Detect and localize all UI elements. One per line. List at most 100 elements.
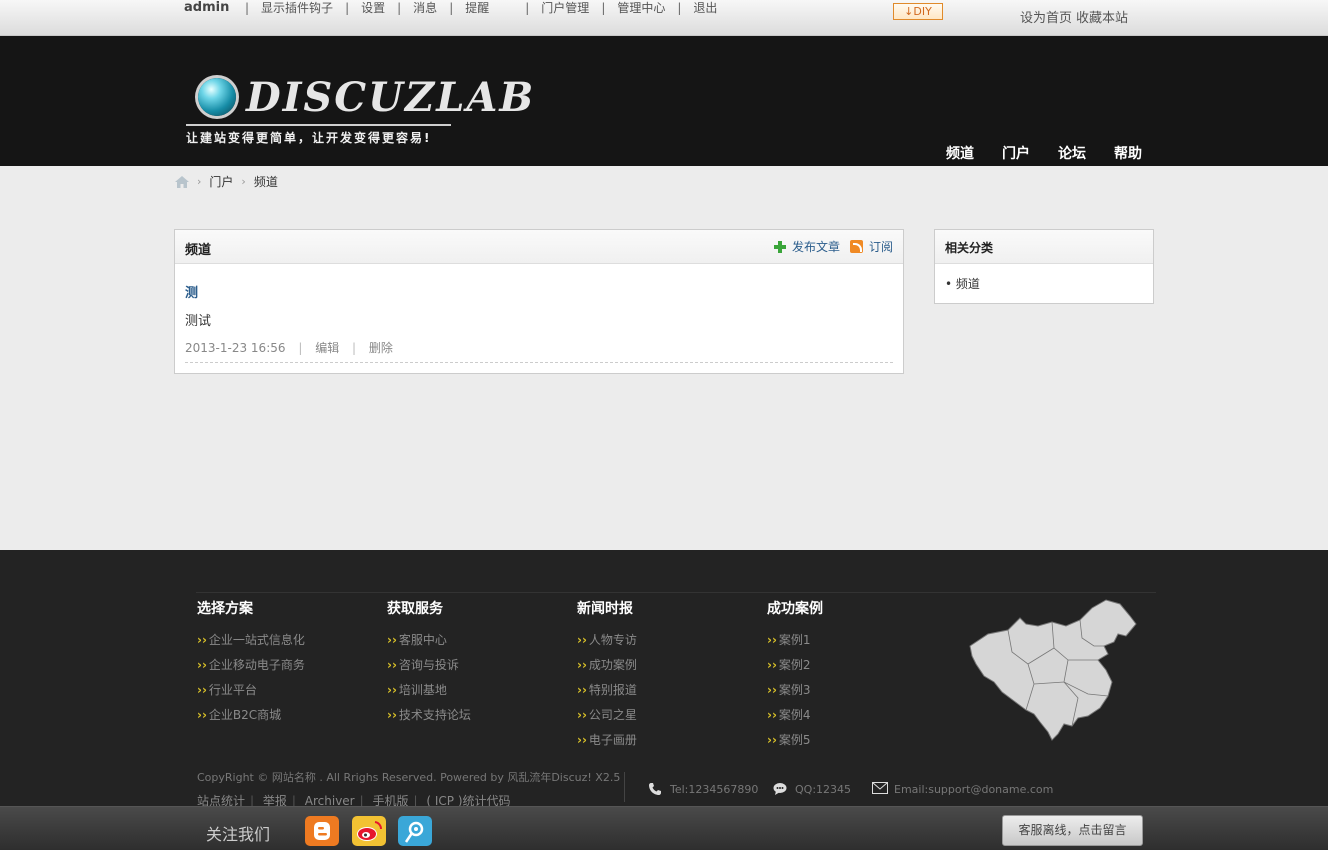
footer-column-title: 获取服务 [387, 601, 443, 617]
footer-column-title: 新闻时报 [577, 601, 633, 617]
breadcrumb-channel[interactable]: 频道 [254, 173, 278, 190]
footer-link[interactable]: ›› 案例3 [767, 681, 823, 706]
logout-link[interactable]: 退出 [693, 0, 717, 16]
article-item: 测 测试 2013-1-23 16:56 | 编辑 | 删除 [185, 282, 393, 356]
follow-bar: 关注我们 客服离线，点击留言 [0, 806, 1328, 850]
footer-link[interactable]: ›› 案例1 [767, 631, 823, 656]
mail-icon [872, 782, 888, 796]
bookmark-link[interactable]: 收藏本站 [1076, 11, 1128, 26]
separator: | [345, 1, 350, 15]
article-date: 2013-1-23 16:56 [185, 341, 286, 355]
top-links: | 显示插件钩子 | 设置 | 消息 | 提醒 | 门户管理 | 管理中心 | … [233, 0, 717, 16]
separator: | [601, 1, 606, 15]
footer-vertical-divider [624, 772, 625, 802]
panel-header: 频道 发布文章 订阅 [175, 230, 903, 264]
contact-qq: QQ:12345 [773, 782, 851, 796]
site-header: DISCUZLAB 让建站变得更简单，让开发变得更容易! 频道 门户 论坛 帮助 [0, 36, 1328, 166]
footer-link[interactable]: ›› 行业平台 [197, 681, 305, 706]
footer-link[interactable]: ›› 案例2 [767, 656, 823, 681]
article-title[interactable]: 测 [185, 282, 393, 301]
download-arrow-icon: ↓ [904, 5, 914, 18]
footer-link[interactable]: ›› 咨询与投诉 [387, 656, 471, 681]
weibo-icon[interactable] [352, 816, 386, 846]
nav-item-help[interactable]: 帮助 [1114, 143, 1170, 163]
sidebar-title: 相关分类 [935, 230, 1153, 264]
separator: | [298, 341, 303, 355]
tel-text: Tel:1234567890 [670, 782, 759, 796]
separator: | [525, 1, 530, 15]
leave-message-button[interactable]: 客服离线，点击留言 [1002, 815, 1143, 846]
nav-item-channel[interactable]: 频道 [946, 143, 1002, 163]
panel-actions: 发布文章 订阅 [773, 238, 893, 255]
blogger-icon[interactable] [305, 816, 339, 846]
follow-us-label: 关注我们 [206, 825, 271, 844]
footer-link[interactable]: ›› 电子画册 [577, 731, 637, 756]
admin-center-link[interactable]: 管理中心 [617, 0, 665, 16]
breadcrumb: › 门户 › 频道 [175, 173, 278, 190]
tencent-weibo-icon[interactable] [398, 816, 432, 846]
nav-item-forum[interactable]: 论坛 [1058, 143, 1114, 163]
logo-underline [186, 124, 451, 126]
chevron-right-icon: › [241, 175, 246, 188]
phone-icon [648, 782, 662, 796]
main-nav: 频道 门户 论坛 帮助 [946, 143, 1170, 163]
chevron-right-icon: › [197, 175, 202, 188]
sidebar-item[interactable]: • 频道 [935, 264, 1153, 303]
home-icon[interactable] [175, 175, 189, 188]
username-link[interactable]: admin [184, 0, 229, 16]
breadcrumb-portal[interactable]: 门户 [209, 173, 233, 190]
footer-link[interactable]: ›› 企业移动电子商务 [197, 656, 305, 681]
copyright-text: CopyRight © 网站名称 . All Rrighs Reserved. … [197, 771, 621, 784]
separator: | [677, 1, 682, 15]
separator: | [245, 1, 250, 15]
delete-link[interactable]: 删除 [369, 341, 393, 355]
diy-button[interactable]: ↓DIY [893, 3, 943, 20]
contact-email: Email:support@doname.com [872, 782, 1053, 796]
edit-link[interactable]: 编辑 [315, 341, 339, 355]
diy-label: DIY [913, 5, 932, 18]
article-meta: 2013-1-23 16:56 | 编辑 | 删除 [185, 339, 393, 356]
logo-ball-icon [198, 78, 236, 116]
separator: | [449, 1, 454, 15]
china-map-icon [968, 598, 1140, 745]
top-right-links: 设为首页 收藏本站 [1020, 7, 1132, 26]
messages-link[interactable]: 消息 [413, 0, 437, 16]
footer-link[interactable]: ›› 培训基地 [387, 681, 471, 706]
footer-link[interactable]: ›› 企业一站式信息化 [197, 631, 305, 656]
footer-link[interactable]: ›› 特别报道 [577, 681, 637, 706]
top-toolbar: admin | 显示插件钩子 | 设置 | 消息 | 提醒 | 门户管理 | 管… [0, 0, 1328, 36]
footer-column-title: 选择方案 [197, 601, 253, 617]
nav-item-portal[interactable]: 门户 [1002, 143, 1058, 163]
article-summary: 测试 [185, 314, 212, 329]
footer-column-news: 新闻时报 ›› 人物专访 ›› 成功案例 ›› 特别报道 ›› 公司之星 ›› 电子画册 [577, 598, 637, 756]
set-home-link[interactable]: 设为首页 [1020, 11, 1072, 26]
footer-column-services: 获取服务 ›› 客服中心 ›› 咨询与投诉 ›› 培训基地 ›› 技术支持论坛 [387, 598, 471, 731]
publish-article-link[interactable]: 发布文章 [792, 238, 840, 255]
footer-column-solutions: 选择方案 ›› 企业一站式信息化 ›› 企业移动电子商务 ›› 行业平台 ›› 企业B2… [197, 598, 305, 731]
footer-link[interactable]: ›› 成功案例 [577, 656, 637, 681]
footer-link[interactable]: ›› 案例4 [767, 706, 823, 731]
settings-link[interactable]: 设置 [361, 0, 385, 16]
chat-bubble-icon [773, 782, 787, 796]
site-logo[interactable]: DISCUZLAB 让建站变得更简单，让开发变得更容易! [186, 74, 533, 146]
separator: | [397, 1, 402, 15]
footer-link[interactable]: ›› 案例5 [767, 731, 823, 756]
footer-link[interactable]: ›› 技术支持论坛 [387, 706, 471, 731]
qq-text: QQ:12345 [795, 782, 852, 796]
footer-column-title: 成功案例 [767, 601, 823, 617]
separator: | [352, 341, 357, 355]
reminders-link[interactable]: 提醒 [465, 0, 489, 16]
sidebar-item-label[interactable]: 频道 [956, 277, 980, 291]
footer-divider [196, 592, 1156, 593]
panel-title: 频道 [185, 243, 212, 258]
portal-admin-link[interactable]: 门户管理 [541, 0, 589, 16]
dashed-divider [185, 362, 893, 363]
footer-link[interactable]: ›› 客服中心 [387, 631, 471, 656]
footer-link[interactable]: ›› 企业B2C商城 [197, 706, 305, 731]
subscribe-link[interactable]: 订阅 [869, 238, 893, 255]
footer-link[interactable]: ›› 公司之星 [577, 706, 637, 731]
show-hooks-link[interactable]: 显示插件钩子 [261, 0, 333, 16]
logo-slogan: 让建站变得更简单，让开发变得更容易! [186, 131, 432, 145]
plus-icon [773, 240, 786, 253]
footer-link[interactable]: ›› 人物专访 [577, 631, 637, 656]
